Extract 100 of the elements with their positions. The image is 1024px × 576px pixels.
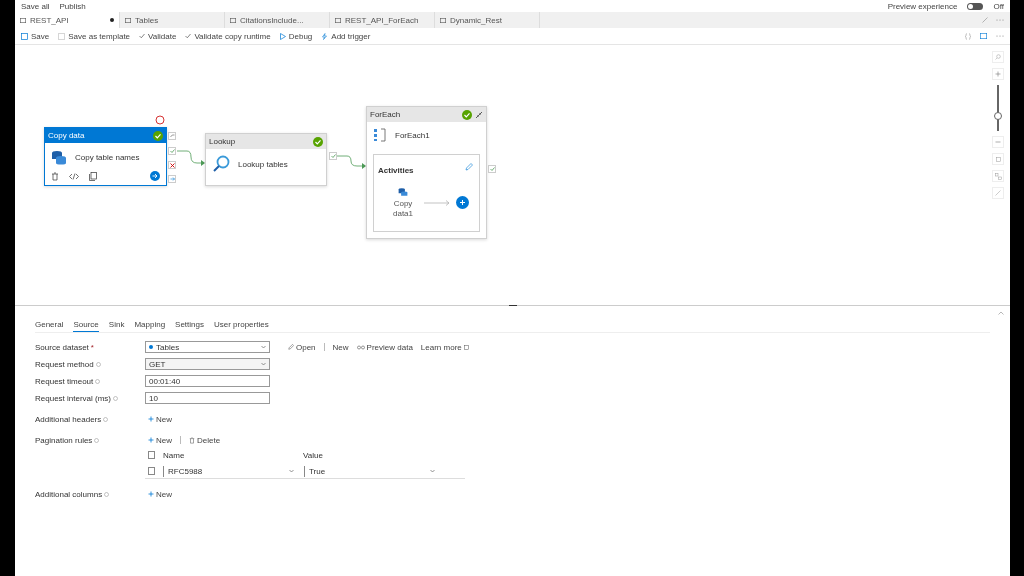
zoom-in-button[interactable] xyxy=(992,68,1004,80)
checkbox[interactable] xyxy=(148,451,155,459)
info-icon xyxy=(95,378,101,384)
activity-type-label: Copy data xyxy=(48,131,85,140)
required-mark: * xyxy=(90,342,94,352)
pipeline-icon xyxy=(440,17,446,23)
code-braces-icon[interactable] xyxy=(965,32,971,40)
properties-tab[interactable]: Sink xyxy=(108,319,125,332)
success-check-icon xyxy=(153,130,163,141)
activity-node[interactable]: ForEach ForEach1 Activities Copy data1 xyxy=(366,106,487,239)
failure-port[interactable] xyxy=(168,161,176,169)
top-menu-item[interactable]: Save all xyxy=(21,1,50,11)
chevron-down-icon xyxy=(261,345,266,349)
checkmark-icon xyxy=(139,33,146,39)
zoom-out-button[interactable] xyxy=(992,136,1004,148)
info-icon xyxy=(113,395,119,401)
row-checkbox[interactable] xyxy=(148,467,155,475)
expand-icon xyxy=(982,17,988,23)
preview-toggle[interactable] xyxy=(967,2,984,10)
learn-more-link[interactable]: Learn more xyxy=(420,342,469,352)
properties-tab[interactable]: Source xyxy=(73,319,99,332)
input-field[interactable]: 00:01:40 xyxy=(145,375,270,387)
toggle-state: Off xyxy=(993,1,1004,11)
field-label: Additional columns xyxy=(35,489,103,499)
success-port[interactable] xyxy=(168,147,176,155)
fit-screen-button[interactable] xyxy=(992,153,1004,165)
field-label: Additional headers xyxy=(35,414,102,424)
top-menu-item[interactable]: Publish xyxy=(59,1,86,11)
magnifier-icon xyxy=(212,155,230,173)
search-button[interactable] xyxy=(992,51,1004,63)
toolbar-button[interactable]: Save as template xyxy=(58,31,131,41)
input-field[interactable]: 10 xyxy=(145,392,270,404)
field-label: Pagination rules xyxy=(35,435,93,445)
plus-icon xyxy=(148,437,154,443)
pipeline-tab[interactable]: REST_API xyxy=(15,12,120,28)
properties-tab[interactable]: User properties xyxy=(214,319,269,332)
field-label: Source dataset xyxy=(35,342,89,352)
action-button[interactable]: Open xyxy=(288,342,316,352)
toolbar-button[interactable]: Save xyxy=(21,31,50,41)
method-dropdown[interactable]: GET xyxy=(145,358,270,370)
info-icon xyxy=(103,416,109,422)
external-link-icon xyxy=(463,344,469,350)
success-port[interactable] xyxy=(329,152,337,160)
toolbar-button[interactable]: Add trigger xyxy=(321,31,371,41)
properties-tab[interactable]: General xyxy=(35,319,64,332)
properties-tab[interactable]: Mapping xyxy=(134,319,166,332)
chevron-down-icon xyxy=(430,469,435,473)
plus-icon xyxy=(148,416,154,422)
minus-icon xyxy=(995,141,1001,143)
activity-name: ForEach1 xyxy=(395,130,430,140)
database-copy-icon xyxy=(51,149,67,165)
action-button[interactable]: Delete xyxy=(189,435,221,445)
pencil-icon[interactable] xyxy=(465,163,473,171)
skip-port[interactable] xyxy=(168,132,176,140)
plus-icon xyxy=(148,491,154,497)
collapse-arrows-icon xyxy=(475,110,483,119)
activity-name: Lookup tables xyxy=(238,159,288,169)
collapse-icon[interactable] xyxy=(998,311,1004,315)
properties-icon[interactable] xyxy=(980,33,987,39)
info-icon xyxy=(104,491,110,497)
auto-align-button[interactable] xyxy=(992,170,1004,182)
info-icon xyxy=(94,437,100,443)
arrow-circle-icon[interactable] xyxy=(150,171,160,181)
action-button[interactable]: New xyxy=(148,435,172,445)
activity-node[interactable]: Lookup Lookup tables xyxy=(205,133,327,186)
pipeline-icon xyxy=(335,17,341,23)
breakpoint-circle[interactable] xyxy=(155,115,165,125)
trash-icon[interactable] xyxy=(51,171,59,181)
action-button[interactable]: Preview data xyxy=(356,342,413,352)
completion-port[interactable] xyxy=(168,175,176,183)
chevron-down-icon xyxy=(289,469,294,473)
activity-type-label: Lookup xyxy=(209,137,236,146)
toolbar-button[interactable]: Validate copy runtime xyxy=(185,31,271,41)
name-dropdown[interactable]: RFC5988 xyxy=(163,465,298,477)
activity-node[interactable]: Copy data Copy table names xyxy=(44,127,167,186)
action-button[interactable]: New xyxy=(332,342,349,352)
add-activity-button[interactable] xyxy=(456,196,469,210)
save-icon xyxy=(21,32,28,40)
copy-icon[interactable] xyxy=(89,171,97,181)
success-check-icon xyxy=(313,136,323,147)
expand-button[interactable] xyxy=(992,187,1004,199)
plus-icon xyxy=(995,71,1001,77)
action-button[interactable]: New xyxy=(148,414,172,424)
layout-icon xyxy=(994,172,1002,180)
action-button[interactable]: New xyxy=(148,489,172,499)
foreach-icon xyxy=(373,128,387,142)
expand-icon xyxy=(995,190,1001,196)
dataset-dropdown[interactable]: Tables xyxy=(145,341,270,353)
slider-thumb[interactable] xyxy=(994,111,1002,120)
toolbar-button[interactable]: Validate xyxy=(139,31,177,41)
toolbar-button[interactable]: Debug xyxy=(279,31,313,41)
success-port[interactable] xyxy=(488,165,496,173)
code-icon[interactable] xyxy=(69,172,79,180)
value-dropdown[interactable]: True xyxy=(304,465,439,477)
glasses-icon xyxy=(356,344,365,350)
field-label: Request method xyxy=(35,359,94,369)
info-icon xyxy=(95,361,101,367)
pencil-icon xyxy=(288,344,294,350)
properties-tab[interactable]: Settings xyxy=(175,319,204,332)
connector-arrow xyxy=(336,155,366,169)
